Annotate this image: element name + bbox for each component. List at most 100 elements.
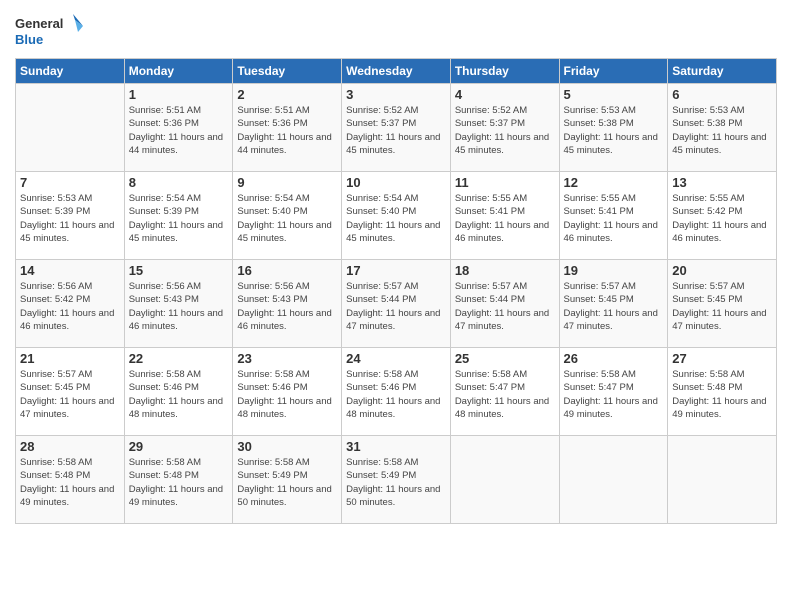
day-info: Sunrise: 5:58 AMSunset: 5:49 PMDaylight:…: [346, 456, 446, 509]
day-number: 5: [564, 87, 664, 102]
day-number: 3: [346, 87, 446, 102]
day-cell: 6 Sunrise: 5:53 AMSunset: 5:38 PMDaylight…: [668, 84, 777, 172]
day-info: Sunrise: 5:57 AMSunset: 5:44 PMDaylight:…: [346, 280, 446, 333]
day-number: 2: [237, 87, 337, 102]
day-cell: [559, 436, 668, 524]
day-info: Sunrise: 5:52 AMSunset: 5:37 PMDaylight:…: [455, 104, 555, 157]
day-cell: 18 Sunrise: 5:57 AMSunset: 5:44 PMDayligh…: [450, 260, 559, 348]
day-info: Sunrise: 5:57 AMSunset: 5:45 PMDaylight:…: [672, 280, 772, 333]
logo-svg: General Blue: [15, 10, 85, 52]
day-info: Sunrise: 5:53 AMSunset: 5:38 PMDaylight:…: [672, 104, 772, 157]
day-info: Sunrise: 5:58 AMSunset: 5:48 PMDaylight:…: [20, 456, 120, 509]
week-row-3: 14Sunrise: 5:56 AMSunset: 5:42 PMDayligh…: [16, 260, 777, 348]
week-row-2: 7 Sunrise: 5:53 AMSunset: 5:39 PMDaylight…: [16, 172, 777, 260]
day-cell: 31 Sunrise: 5:58 AMSunset: 5:49 PMDayligh…: [342, 436, 451, 524]
day-cell: 28 Sunrise: 5:58 AMSunset: 5:48 PMDayligh…: [16, 436, 125, 524]
day-cell: 2 Sunrise: 5:51 AMSunset: 5:36 PMDaylight…: [233, 84, 342, 172]
day-info: Sunrise: 5:51 AMSunset: 5:36 PMDaylight:…: [237, 104, 337, 157]
day-cell: 8 Sunrise: 5:54 AMSunset: 5:39 PMDaylight…: [124, 172, 233, 260]
day-number: 28: [20, 439, 120, 454]
header-cell-wednesday: Wednesday: [342, 59, 451, 84]
day-info: Sunrise: 5:58 AMSunset: 5:46 PMDaylight:…: [346, 368, 446, 421]
header-cell-monday: Monday: [124, 59, 233, 84]
day-info: Sunrise: 5:55 AMSunset: 5:41 PMDaylight:…: [564, 192, 664, 245]
day-number: 12: [564, 175, 664, 190]
week-row-1: 1 Sunrise: 5:51 AMSunset: 5:36 PMDaylight…: [16, 84, 777, 172]
day-number: 13: [672, 175, 772, 190]
day-number: 1: [129, 87, 229, 102]
svg-text:General: General: [15, 16, 63, 31]
day-number: 8: [129, 175, 229, 190]
day-number: 22: [129, 351, 229, 366]
day-cell: 22 Sunrise: 5:58 AMSunset: 5:46 PMDayligh…: [124, 348, 233, 436]
day-cell: 17 Sunrise: 5:57 AMSunset: 5:44 PMDayligh…: [342, 260, 451, 348]
header-cell-sunday: Sunday: [16, 59, 125, 84]
day-number: 17: [346, 263, 446, 278]
day-cell: 26Sunrise: 5:58 AMSunset: 5:47 PMDayligh…: [559, 348, 668, 436]
day-cell: 27 Sunrise: 5:58 AMSunset: 5:48 PMDayligh…: [668, 348, 777, 436]
day-number: 16: [237, 263, 337, 278]
day-cell: 24Sunrise: 5:58 AMSunset: 5:46 PMDayligh…: [342, 348, 451, 436]
day-info: Sunrise: 5:58 AMSunset: 5:48 PMDaylight:…: [129, 456, 229, 509]
day-cell: 11Sunrise: 5:55 AMSunset: 5:41 PMDayligh…: [450, 172, 559, 260]
day-info: Sunrise: 5:58 AMSunset: 5:47 PMDaylight:…: [564, 368, 664, 421]
day-cell: 7 Sunrise: 5:53 AMSunset: 5:39 PMDaylight…: [16, 172, 125, 260]
day-cell: [16, 84, 125, 172]
day-number: 6: [672, 87, 772, 102]
day-info: Sunrise: 5:56 AMSunset: 5:43 PMDaylight:…: [237, 280, 337, 333]
day-number: 20: [672, 263, 772, 278]
day-info: Sunrise: 5:51 AMSunset: 5:36 PMDaylight:…: [129, 104, 229, 157]
day-cell: 5 Sunrise: 5:53 AMSunset: 5:38 PMDaylight…: [559, 84, 668, 172]
page-header: General Blue: [15, 10, 777, 52]
day-number: 25: [455, 351, 555, 366]
day-number: 7: [20, 175, 120, 190]
day-info: Sunrise: 5:54 AMSunset: 5:40 PMDaylight:…: [346, 192, 446, 245]
day-cell: 23Sunrise: 5:58 AMSunset: 5:46 PMDayligh…: [233, 348, 342, 436]
day-number: 31: [346, 439, 446, 454]
day-cell: 19Sunrise: 5:57 AMSunset: 5:45 PMDayligh…: [559, 260, 668, 348]
day-info: Sunrise: 5:55 AMSunset: 5:41 PMDaylight:…: [455, 192, 555, 245]
day-info: Sunrise: 5:57 AMSunset: 5:45 PMDaylight:…: [20, 368, 120, 421]
day-cell: 1 Sunrise: 5:51 AMSunset: 5:36 PMDaylight…: [124, 84, 233, 172]
day-cell: 14Sunrise: 5:56 AMSunset: 5:42 PMDayligh…: [16, 260, 125, 348]
day-number: 9: [237, 175, 337, 190]
day-info: Sunrise: 5:58 AMSunset: 5:49 PMDaylight:…: [237, 456, 337, 509]
day-number: 15: [129, 263, 229, 278]
day-info: Sunrise: 5:57 AMSunset: 5:44 PMDaylight:…: [455, 280, 555, 333]
day-info: Sunrise: 5:53 AMSunset: 5:39 PMDaylight:…: [20, 192, 120, 245]
day-number: 10: [346, 175, 446, 190]
day-number: 27: [672, 351, 772, 366]
day-info: Sunrise: 5:54 AMSunset: 5:40 PMDaylight:…: [237, 192, 337, 245]
day-info: Sunrise: 5:58 AMSunset: 5:48 PMDaylight:…: [672, 368, 772, 421]
day-cell: 4 Sunrise: 5:52 AMSunset: 5:37 PMDaylight…: [450, 84, 559, 172]
day-cell: 20 Sunrise: 5:57 AMSunset: 5:45 PMDayligh…: [668, 260, 777, 348]
day-cell: 30 Sunrise: 5:58 AMSunset: 5:49 PMDayligh…: [233, 436, 342, 524]
day-info: Sunrise: 5:56 AMSunset: 5:43 PMDaylight:…: [129, 280, 229, 333]
day-info: Sunrise: 5:58 AMSunset: 5:46 PMDaylight:…: [237, 368, 337, 421]
day-info: Sunrise: 5:53 AMSunset: 5:38 PMDaylight:…: [564, 104, 664, 157]
day-cell: 16 Sunrise: 5:56 AMSunset: 5:43 PMDayligh…: [233, 260, 342, 348]
day-cell: [450, 436, 559, 524]
day-number: 18: [455, 263, 555, 278]
day-info: Sunrise: 5:55 AMSunset: 5:42 PMDaylight:…: [672, 192, 772, 245]
day-info: Sunrise: 5:58 AMSunset: 5:47 PMDaylight:…: [455, 368, 555, 421]
week-row-5: 28 Sunrise: 5:58 AMSunset: 5:48 PMDayligh…: [16, 436, 777, 524]
day-number: 19: [564, 263, 664, 278]
logo: General Blue: [15, 10, 85, 52]
day-info: Sunrise: 5:58 AMSunset: 5:46 PMDaylight:…: [129, 368, 229, 421]
day-cell: 9 Sunrise: 5:54 AMSunset: 5:40 PMDaylight…: [233, 172, 342, 260]
day-cell: 10 Sunrise: 5:54 AMSunset: 5:40 PMDayligh…: [342, 172, 451, 260]
header-row: SundayMondayTuesdayWednesdayThursdayFrid…: [16, 59, 777, 84]
svg-text:Blue: Blue: [15, 32, 43, 47]
day-number: 14: [20, 263, 120, 278]
day-info: Sunrise: 5:54 AMSunset: 5:39 PMDaylight:…: [129, 192, 229, 245]
calendar-table: SundayMondayTuesdayWednesdayThursdayFrid…: [15, 58, 777, 524]
header-cell-saturday: Saturday: [668, 59, 777, 84]
day-cell: 29 Sunrise: 5:58 AMSunset: 5:48 PMDayligh…: [124, 436, 233, 524]
day-cell: 13 Sunrise: 5:55 AMSunset: 5:42 PMDayligh…: [668, 172, 777, 260]
day-number: 30: [237, 439, 337, 454]
day-number: 4: [455, 87, 555, 102]
header-cell-tuesday: Tuesday: [233, 59, 342, 84]
day-number: 29: [129, 439, 229, 454]
day-cell: 15 Sunrise: 5:56 AMSunset: 5:43 PMDayligh…: [124, 260, 233, 348]
